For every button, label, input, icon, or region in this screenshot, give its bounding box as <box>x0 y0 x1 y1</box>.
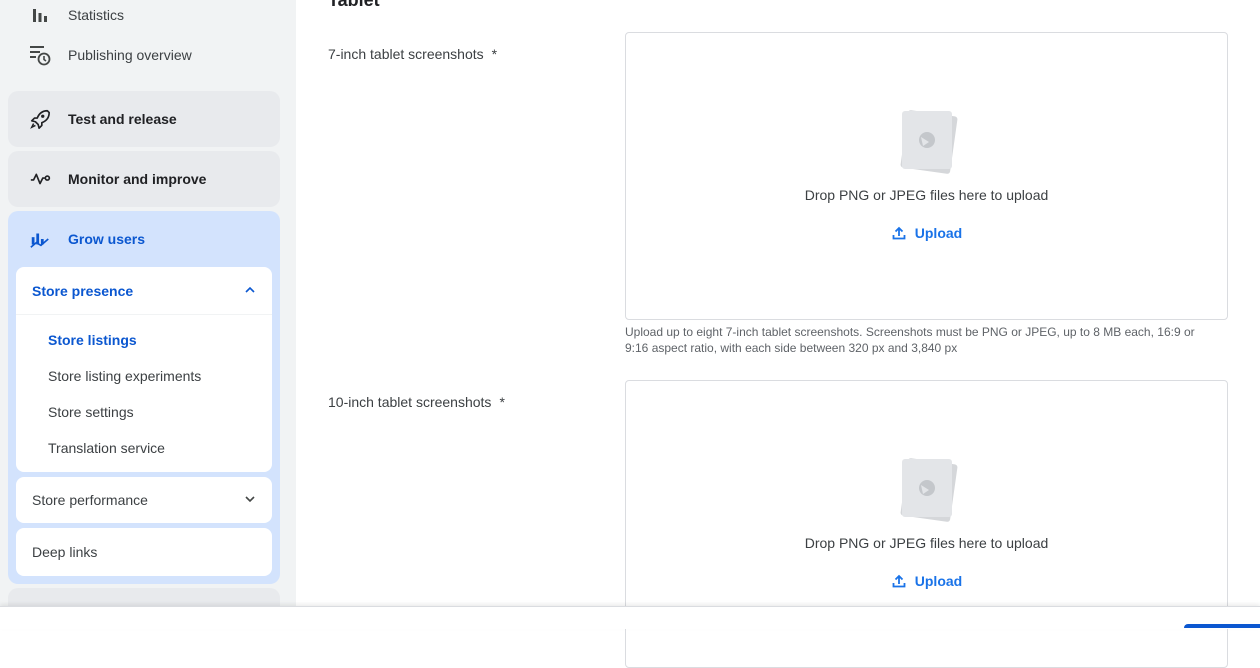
rocket-icon <box>28 107 52 131</box>
field-label-text: 7-inch tablet screenshots <box>328 46 484 62</box>
sidebar-item-publishing-overview[interactable]: Publishing overview <box>28 43 192 67</box>
image-placeholder-icon <box>900 110 958 174</box>
upload-icon <box>891 573 907 589</box>
sidebar: Statistics Publishing overview Test and … <box>0 0 296 628</box>
sidebar-item-label: Statistics <box>68 7 125 23</box>
store-presence-group: Store presence Store listings Store list… <box>16 267 272 472</box>
drop-instructions: Drop PNG or JPEG files here to upload <box>804 187 1049 203</box>
group-label: Deep links <box>32 544 98 560</box>
sidebar-item-statistics[interactable]: Statistics <box>28 3 124 27</box>
store-performance-group[interactable]: Store performance <box>16 477 272 523</box>
bar-chart-icon <box>28 3 52 27</box>
deep-links-item[interactable]: Deep links <box>16 528 272 576</box>
section-title: Tablet <box>328 0 380 10</box>
sidebar-item-store-listing-experiments[interactable]: Store listing experiments <box>48 368 201 384</box>
schedule-list-icon <box>28 43 52 67</box>
upload-label: Upload <box>914 225 963 241</box>
dropzone-7-inch[interactable]: Drop PNG or JPEG files here to upload Up… <box>625 32 1228 320</box>
store-performance-toggle[interactable]: Store performance <box>16 477 272 523</box>
save-button[interactable] <box>1184 624 1260 628</box>
group-label: Store performance <box>32 492 148 508</box>
upload-icon <box>891 225 907 241</box>
deep-links-label-row: Deep links <box>16 528 272 576</box>
grow-users-header[interactable]: Grow users <box>28 227 145 251</box>
required-mark: * <box>491 46 498 62</box>
field-label-text: 10-inch tablet screenshots <box>328 394 492 410</box>
sidebar-item-label: Publishing overview <box>68 47 192 63</box>
required-mark: * <box>499 394 505 410</box>
help-text-7-inch: Upload up to eight 7-inch tablet screens… <box>625 324 1225 356</box>
section-label: Monitor and improve <box>68 171 207 187</box>
sidebar-item-store-settings[interactable]: Store settings <box>48 404 134 420</box>
upload-label: Upload <box>914 573 963 589</box>
upload-button[interactable]: Upload <box>626 573 1227 589</box>
sidebar-item-store-listings[interactable]: Store listings <box>48 332 137 348</box>
main-content: Tablet 7-inch tablet screenshots * Drop P… <box>296 0 1260 668</box>
help-line: 9:16 aspect ratio, with each side betwee… <box>625 341 958 355</box>
section-label: Grow users <box>68 231 146 247</box>
upload-button[interactable]: Upload <box>626 225 1227 241</box>
field-label-7-inch: 7-inch tablet screenshots * <box>328 46 497 62</box>
field-label-10-inch: 10-inch tablet screenshots * <box>328 394 505 410</box>
store-presence-toggle[interactable]: Store presence <box>16 267 272 315</box>
image-placeholder-icon <box>900 458 958 522</box>
group-label: Store presence <box>32 282 134 299</box>
pulse-icon <box>28 167 52 191</box>
drop-instructions: Drop PNG or JPEG files here to upload <box>804 535 1049 551</box>
chevron-up-icon <box>244 283 256 299</box>
growth-chart-icon <box>28 227 52 251</box>
sidebar-section-test-and-release[interactable]: Test and release <box>8 91 280 147</box>
sidebar-section-monitor-and-improve[interactable]: Monitor and improve <box>8 151 280 207</box>
chevron-down-icon <box>244 492 256 508</box>
help-line: Upload up to eight 7-inch tablet screens… <box>625 325 1195 339</box>
section-label: Test and release <box>68 111 177 127</box>
bottom-action-bar <box>0 606 1260 629</box>
sidebar-item-translation-service[interactable]: Translation service <box>48 440 165 456</box>
sidebar-section-grow-users: Grow users Store presence Store listings… <box>8 211 280 584</box>
